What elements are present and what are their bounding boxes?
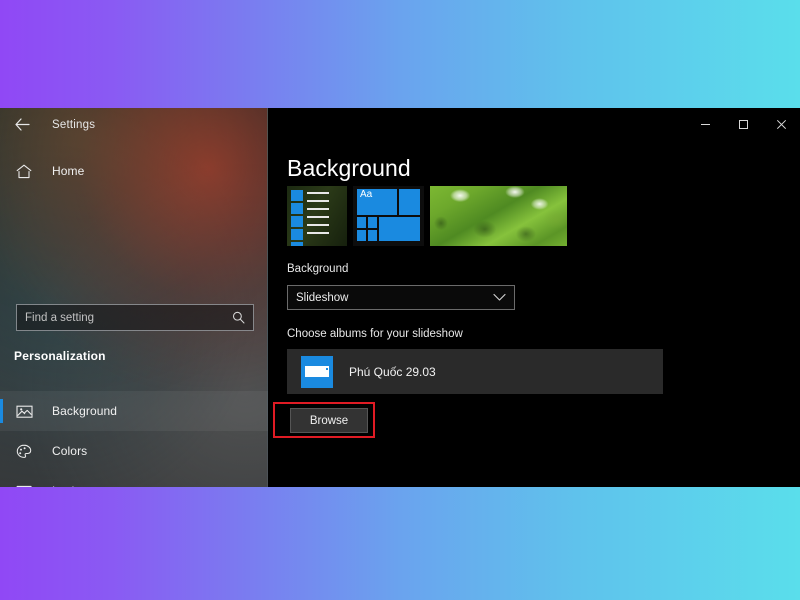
sidebar-item-background[interactable]: Background	[0, 391, 268, 431]
start-menu-tiles	[291, 190, 303, 246]
search-icon[interactable]	[232, 311, 245, 324]
sidebar-item-colors[interactable]: Colors	[0, 431, 268, 471]
window-title: Settings	[52, 118, 96, 131]
sidebar-item-label: Background	[52, 404, 118, 418]
window-controls	[686, 108, 800, 141]
maximize-icon[interactable]	[724, 108, 762, 141]
lock-screen-icon	[16, 484, 38, 487]
sidebar-item-lock-screen[interactable]: Lock screen	[0, 471, 268, 487]
album-name: Phú Quốc 29.03	[349, 364, 436, 379]
sidebar-item-home[interactable]: Home	[0, 155, 268, 187]
browse-button[interactable]: Browse	[290, 408, 368, 433]
chevron-down-icon	[493, 293, 506, 302]
search-box[interactable]	[16, 304, 254, 331]
tiles-sample-text: Aa	[360, 189, 373, 200]
tiles-preview: Aa	[353, 186, 424, 246]
picture-icon	[16, 404, 38, 419]
close-icon[interactable]	[762, 108, 800, 141]
search-field-wrapper	[16, 304, 254, 331]
album-list-item[interactable]: Phú Quốc 29.03	[287, 349, 663, 394]
sidebar-item-label: Home	[52, 164, 85, 178]
sidebar-section-title: Personalization	[14, 349, 106, 363]
home-icon	[16, 164, 38, 179]
sidebar-item-label: Lock screen	[52, 484, 118, 487]
sidebar-item-label: Colors	[52, 444, 88, 458]
albums-label: Choose albums for your slideshow	[287, 328, 463, 340]
sidebar: Settings Home Find a setting Personaliza…	[0, 108, 268, 487]
folder-icon	[301, 355, 333, 388]
background-type-value: Slideshow	[296, 291, 349, 304]
start-menu-lines	[307, 192, 329, 240]
sidebar-nav-list: Background Colors	[0, 391, 268, 487]
start-menu-preview	[287, 186, 347, 246]
back-arrow-icon[interactable]	[0, 108, 44, 141]
wallpaper-photo-preview	[430, 186, 567, 246]
minimize-icon[interactable]	[686, 108, 724, 141]
search-input[interactable]	[25, 311, 232, 324]
settings-window: Settings Home Find a setting Personaliza…	[0, 108, 800, 487]
background-type-dropdown[interactable]: Slideshow	[287, 285, 515, 310]
page-title: Background	[287, 155, 411, 181]
content-pane: Background Aa Background Slideshow Choos…	[268, 108, 800, 487]
palette-icon	[16, 444, 38, 459]
title-bar: Settings	[0, 108, 268, 141]
background-field-label: Background	[287, 263, 349, 275]
background-preview: Aa	[287, 186, 567, 246]
